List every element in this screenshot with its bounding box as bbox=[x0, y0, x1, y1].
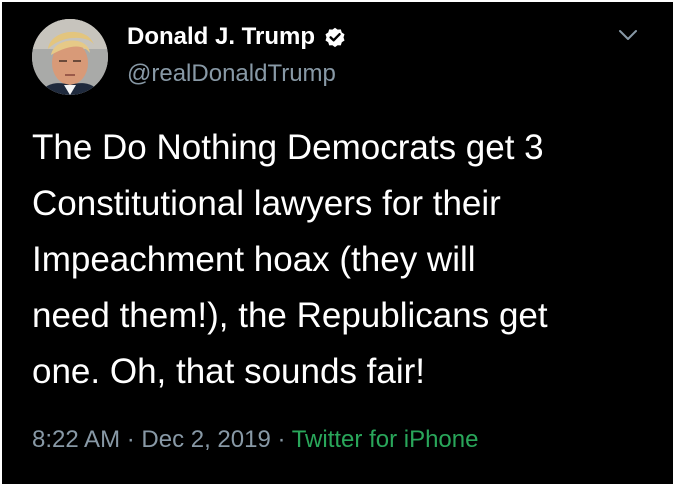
handle[interactable]: @realDonaldTrump bbox=[127, 60, 336, 88]
tweet-card: Donald J. Trump @realDonaldTrump The Do … bbox=[2, 2, 673, 484]
chevron-down-icon[interactable] bbox=[615, 22, 641, 48]
tweet-text-line: one. Oh, that sounds fair! bbox=[32, 352, 426, 391]
avatar-image bbox=[32, 19, 108, 95]
separator: · bbox=[270, 426, 292, 453]
tweet-source-link[interactable]: Twitter for iPhone bbox=[292, 426, 479, 453]
tweet-metadata: 8:22 AM · Dec 2, 2019 · Twitter for iPho… bbox=[32, 426, 478, 454]
tweet-date[interactable]: Dec 2, 2019 bbox=[141, 426, 270, 453]
avatar[interactable] bbox=[32, 19, 108, 95]
tweet-text-line: need them!), the Republicans get bbox=[32, 296, 548, 335]
verified-badge-icon bbox=[323, 25, 347, 49]
tweet-text: The Do Nothing Democrats get 3 Constitut… bbox=[32, 120, 662, 400]
separator: · bbox=[120, 426, 142, 453]
tweet-text-line: The Do Nothing Democrats get 3 bbox=[32, 128, 544, 167]
tweet-text-line: Constitutional lawyers for their bbox=[32, 184, 501, 223]
display-name[interactable]: Donald J. Trump bbox=[127, 23, 315, 51]
tweet-time[interactable]: 8:22 AM bbox=[32, 426, 120, 453]
name-row: Donald J. Trump bbox=[127, 20, 347, 54]
tweet-text-line: Impeachment hoax (they will bbox=[32, 240, 476, 279]
